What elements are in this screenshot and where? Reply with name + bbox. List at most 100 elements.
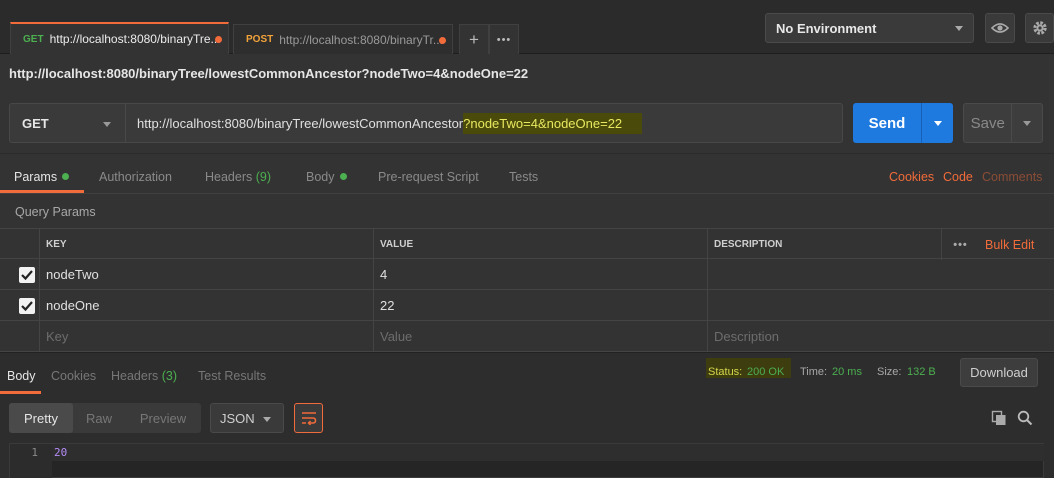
environment-select[interactable]: No Environment [765, 13, 974, 43]
status-value: 200 OK [747, 366, 784, 378]
chevron-down-icon [955, 26, 963, 31]
format-label: JSON [220, 410, 255, 426]
param-checkbox[interactable] [19, 267, 35, 283]
method-select[interactable]: GET [9, 103, 125, 143]
wrap-icon [301, 412, 316, 425]
size-value: 132 B [907, 366, 936, 378]
response-tab-body[interactable]: Body [7, 369, 36, 383]
tab-body-label: Body [306, 170, 335, 184]
response-headers-count: (3) [161, 369, 178, 383]
environment-quick-look-button[interactable] [985, 13, 1015, 43]
method-label: GET [22, 115, 49, 131]
response-body-value: 20 [54, 446, 68, 459]
size-bytes: 132 B [907, 366, 936, 378]
tab-title: http://localhost:8080/binaryTr... [279, 32, 443, 47]
new-value-input[interactable]: Value [373, 321, 708, 352]
comments-link[interactable]: Comments [982, 170, 1042, 184]
response-tab-test-results[interactable]: Test Results [198, 369, 266, 383]
eye-icon [991, 23, 1009, 33]
check-icon [21, 270, 33, 281]
view-pretty-button[interactable]: Pretty [9, 403, 73, 433]
send-button[interactable]: Send [853, 103, 953, 143]
column-key: KEY [39, 229, 374, 260]
current-line-highlight [52, 444, 1044, 461]
code-link[interactable]: Code [943, 170, 973, 184]
chevron-down-icon [1023, 120, 1032, 126]
environment-label: No Environment [776, 20, 877, 36]
unsaved-dot [215, 36, 222, 43]
headers-count: (9) [255, 170, 272, 184]
check-icon [21, 301, 33, 312]
active-dot [339, 173, 347, 180]
active-tab-indicator [0, 391, 41, 394]
response-headers-label: Headers [111, 369, 159, 383]
table-header: KEY VALUE DESCRIPTION ••• Bulk Edit [0, 228, 1054, 260]
request-tab-get[interactable]: GET http://localhost:8080/binaryTre... [10, 22, 229, 54]
bulk-edit-link[interactable]: Bulk Edit [979, 229, 1054, 260]
response-body-editor[interactable]: 1 20 [9, 443, 1044, 478]
active-tab-indicator [0, 190, 84, 193]
tab-prerequest-script[interactable]: Pre-request Script [378, 170, 479, 184]
url-input[interactable]: http://localhost:8080/binaryTree/lowestC… [125, 103, 843, 143]
unsaved-dot [439, 37, 446, 44]
format-select[interactable]: JSON [210, 403, 284, 433]
save-options-button[interactable] [1011, 104, 1042, 142]
view-raw-button[interactable]: Raw [73, 403, 125, 433]
query-params-heading: Query Params [15, 205, 96, 219]
status-label: Status: [708, 366, 743, 378]
tab-headers[interactable]: Headers (9) [205, 170, 271, 184]
response-tab-headers[interactable]: Headers (3) [111, 369, 177, 383]
tab-method: GET [23, 33, 44, 45]
download-button[interactable]: Download [960, 358, 1038, 387]
param-key[interactable]: nodeOne [39, 290, 374, 321]
view-preview-button[interactable]: Preview [129, 403, 197, 433]
time-ms: 20 ms [832, 366, 862, 378]
new-key-input[interactable]: Key [39, 321, 374, 352]
copy-icon [991, 410, 1006, 425]
param-description[interactable] [707, 290, 1054, 321]
table-row: nodeTwo 4 [0, 259, 1054, 290]
response-tab-cookies[interactable]: Cookies [51, 369, 96, 383]
ellipsis-icon: ••• [496, 33, 512, 46]
param-checkbox[interactable] [19, 298, 35, 314]
manage-environments-button[interactable] [1025, 13, 1054, 43]
search-icon [1017, 410, 1033, 426]
tab-tests[interactable]: Tests [509, 170, 538, 184]
time-label: Time: [800, 366, 828, 378]
chevron-down-icon [263, 417, 271, 422]
tab-method: POST [246, 34, 274, 45]
tab-headers-label: Headers [205, 170, 253, 184]
send-label: Send [868, 114, 906, 132]
new-description-input[interactable]: Description [707, 321, 1054, 352]
request-name[interactable]: http://localhost:8080/binaryTree/lowestC… [9, 66, 528, 81]
tab-title: http://localhost:8080/binaryTre... [49, 32, 221, 46]
column-description: DESCRIPTION [707, 229, 942, 260]
column-value: VALUE [373, 229, 708, 260]
tab-authorization[interactable]: Authorization [99, 170, 172, 184]
line-number: 1 [31, 446, 38, 459]
gear-icon [1032, 21, 1047, 35]
wrap-lines-button[interactable] [294, 403, 323, 433]
table-row: nodeOne 22 [0, 290, 1054, 321]
param-value[interactable]: 4 [373, 259, 708, 290]
table-options-button[interactable]: ••• [941, 229, 979, 260]
chevron-down-icon [933, 120, 942, 126]
param-description[interactable] [707, 259, 1054, 290]
param-value[interactable]: 22 [373, 290, 708, 321]
send-options-button[interactable] [921, 103, 953, 143]
tab-body[interactable]: Body [306, 170, 347, 184]
save-label: Save [970, 114, 1005, 132]
param-key[interactable]: nodeTwo [39, 259, 374, 290]
tab-options-button[interactable]: ••• [489, 24, 519, 54]
status-code: 200 OK [747, 366, 785, 378]
copy-button[interactable] [991, 410, 1007, 426]
tab-params[interactable]: Params [14, 170, 70, 184]
new-tab-button[interactable]: + [459, 24, 489, 54]
save-button[interactable]: Save [963, 103, 1043, 143]
search-button[interactable] [1017, 410, 1033, 426]
url-base: http://localhost:8080/binaryTree/lowestC… [137, 115, 464, 131]
request-tab-post[interactable]: POST http://localhost:8080/binaryTr... [233, 24, 453, 54]
cookies-link[interactable]: Cookies [889, 170, 934, 184]
table-row-empty: Key Value Description [0, 321, 1054, 352]
ellipsis-icon: ••• [953, 238, 968, 251]
